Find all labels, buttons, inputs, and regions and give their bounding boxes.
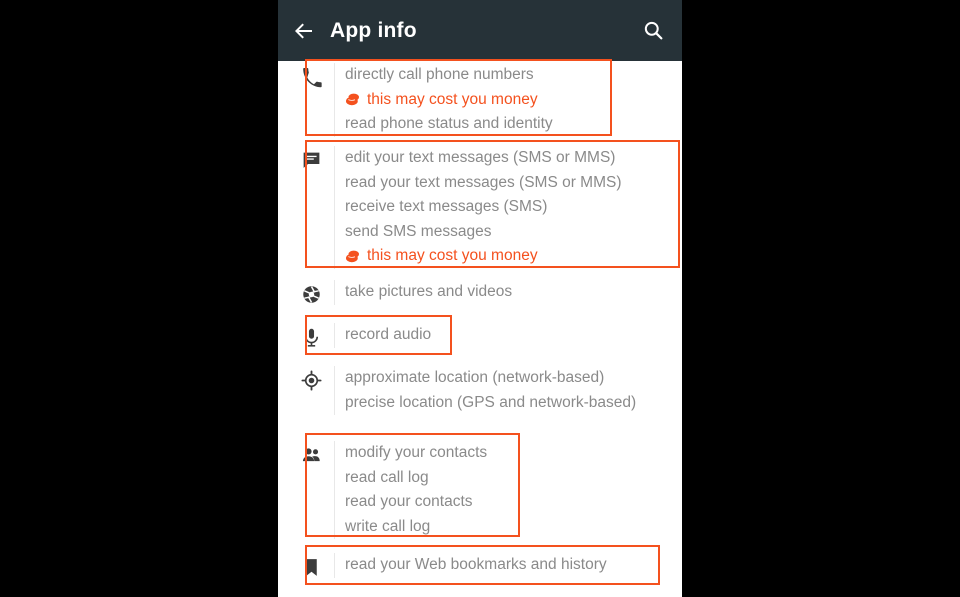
arrow-back-icon: [292, 19, 316, 43]
money-coin-icon: [345, 92, 360, 107]
permission-item: write call log: [345, 517, 431, 535]
permission-item: read your Web bookmarks and history: [345, 556, 607, 573]
sms-message-icon: [288, 146, 334, 171]
money-coin-icon: [345, 249, 360, 264]
permission-item: take pictures and videos: [345, 283, 513, 300]
permission-group[interactable]: approximate location (network-based) prec…: [288, 366, 658, 415]
permission-group[interactable]: take pictures and videos: [288, 280, 658, 305]
permission-line-list: directly call phone numbers this may cos…: [345, 63, 658, 137]
bookmark-icon: [288, 553, 334, 578]
camera-aperture-icon: [288, 280, 334, 305]
permission-item: read your contacts: [345, 493, 473, 510]
cost-warning-label: this may cost you money: [367, 90, 538, 108]
permission-divider: [334, 366, 335, 415]
permission-group[interactable]: read your Web bookmarks and history: [288, 553, 658, 578]
permission-item: precise location (GPS and network-based): [345, 393, 637, 411]
contacts-people-icon: [288, 441, 334, 466]
permission-group[interactable]: directly call phone numbers this may cos…: [288, 63, 658, 137]
page-title: App info: [330, 19, 417, 42]
permission-group[interactable]: modify your contacts read call log read yo…: [288, 441, 658, 539]
permission-group[interactable]: record audio: [288, 323, 658, 348]
permission-item: send SMS messages: [345, 222, 492, 240]
permission-divider: [334, 63, 335, 137]
permission-group[interactable]: edit your text messages (SMS or MMS) read…: [288, 146, 658, 269]
permission-item: record audio: [345, 326, 432, 343]
permission-line-list: record audio: [345, 323, 658, 348]
permission-line-list: edit your text messages (SMS or MMS) read…: [345, 146, 658, 269]
permission-item: approximate location (network-based): [345, 369, 605, 386]
permission-item: receive text messages (SMS): [345, 198, 548, 215]
microphone-icon: [288, 323, 334, 348]
permission-item: read your text messages (SMS or MMS): [345, 173, 622, 191]
permission-line-list: take pictures and videos: [345, 280, 658, 305]
permission-divider: [334, 323, 335, 348]
permission-divider: [334, 280, 335, 305]
permission-line-list: read your Web bookmarks and history: [345, 553, 658, 578]
permission-item: directly call phone numbers: [345, 66, 534, 83]
permission-item: edit your text messages (SMS or MMS): [345, 149, 616, 166]
permission-item: read call log: [345, 468, 429, 486]
permissions-list: directly call phone numbers this may cos…: [278, 59, 682, 597]
permission-divider: [334, 441, 335, 539]
cost-warning: this may cost you money: [345, 244, 652, 269]
permission-divider: [334, 146, 335, 269]
permission-divider: [334, 553, 335, 578]
permission-line-list: approximate location (network-based) prec…: [345, 366, 658, 415]
cost-warning-label: this may cost you money: [367, 247, 538, 264]
phone-icon: [288, 63, 334, 88]
screenshot-canvas: App info directly call phone numbers thi…: [0, 0, 960, 597]
location-crosshair-icon: [288, 366, 334, 391]
search-button[interactable]: [624, 0, 682, 61]
permission-line-list: modify your contacts read call log read yo…: [345, 441, 658, 539]
permission-item: modify your contacts: [345, 444, 488, 461]
app-bar: App info: [278, 0, 682, 61]
phone-screen: App info directly call phone numbers thi…: [278, 0, 682, 597]
permission-item: read phone status and identity: [345, 115, 553, 132]
search-icon: [642, 19, 665, 42]
back-button[interactable]: [278, 0, 330, 61]
cost-warning: this may cost you money: [345, 88, 652, 113]
